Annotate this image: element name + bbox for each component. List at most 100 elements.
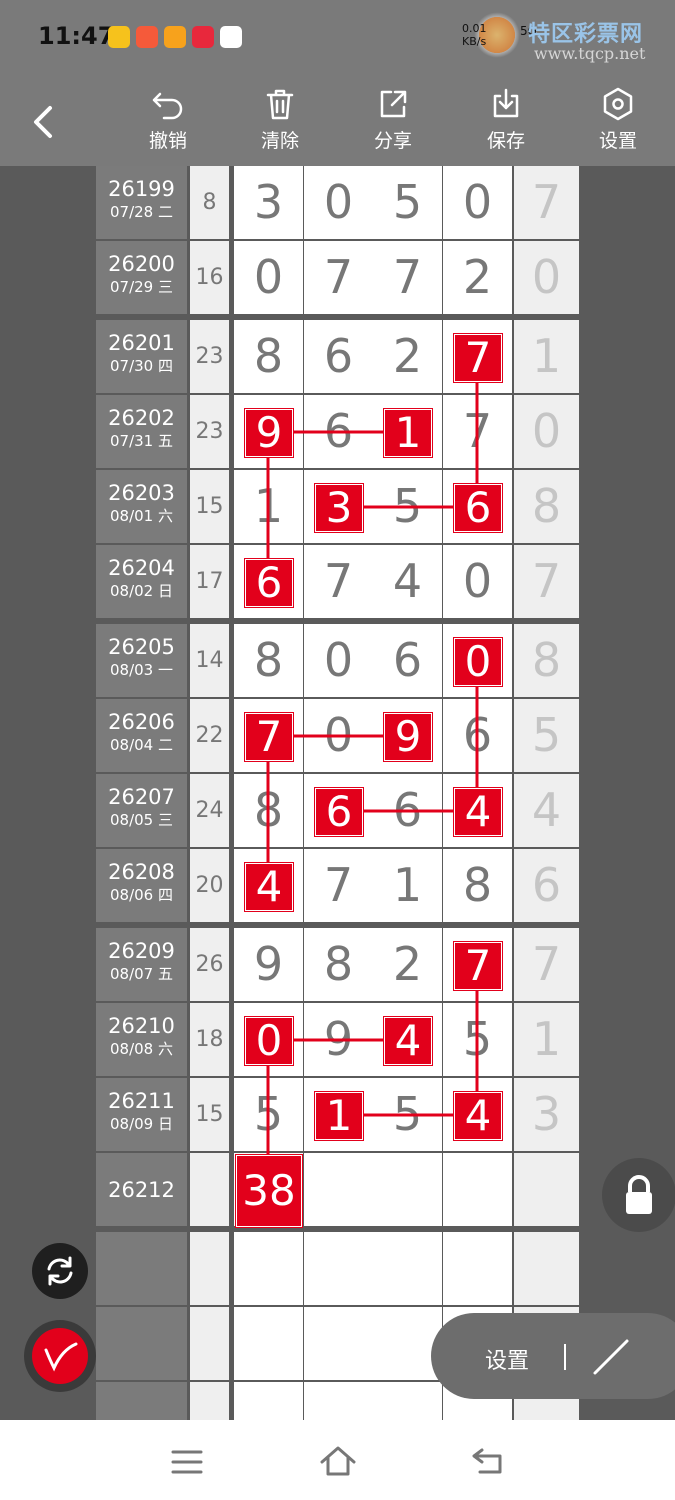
digit-cell[interactable]: [304, 1153, 373, 1226]
highlight-mark[interactable]: 9: [384, 713, 432, 761]
digit-cell[interactable]: 5: [373, 166, 442, 239]
digit-cell[interactable]: [373, 1153, 442, 1226]
issue-date: 08/07 五: [110, 965, 173, 983]
back-nav-icon[interactable]: [468, 1444, 508, 1478]
digit-cell[interactable]: 6: [304, 320, 373, 393]
digit-cell[interactable]: 8: [234, 774, 303, 847]
highlight-mark[interactable]: 3: [315, 484, 363, 532]
highlight-mark[interactable]: 4: [454, 1092, 502, 1140]
digit-cell[interactable]: 7: [443, 395, 512, 468]
digit-cell[interactable]: 6: [373, 624, 442, 697]
digit-cell[interactable]: 6: [443, 699, 512, 772]
undo-button[interactable]: 撤销: [133, 86, 203, 153]
digit-cell[interactable]: 2: [373, 928, 442, 1001]
issue-number: 26206: [108, 710, 175, 734]
highlight-mark[interactable]: 6: [315, 788, 363, 836]
digit-cell[interactable]: [304, 1307, 373, 1380]
digit-cell[interactable]: 0: [443, 166, 512, 239]
digit-cell[interactable]: [304, 1232, 373, 1305]
digit-cell[interactable]: 8: [304, 928, 373, 1001]
digit-cell[interactable]: 0: [304, 166, 373, 239]
digit-cell[interactable]: 2: [373, 320, 442, 393]
back-button[interactable]: [26, 102, 62, 142]
download-icon: [493, 88, 519, 118]
digit-cell[interactable]: 0: [304, 699, 373, 772]
digit-cell[interactable]: [373, 1232, 442, 1305]
settings-label-button[interactable]: 设置: [485, 1343, 529, 1375]
digit-cell[interactable]: 1: [234, 470, 303, 543]
highlight-mark[interactable]: 7: [454, 942, 502, 990]
issue-date: 07/31 五: [110, 432, 173, 450]
lock-button[interactable]: [602, 1158, 675, 1232]
digit-cell[interactable]: [234, 1232, 303, 1305]
digit-cell[interactable]: [443, 1232, 512, 1305]
digit-cell[interactable]: 4: [373, 545, 442, 618]
issue-cell: 26211 08/09 日: [96, 1078, 187, 1151]
home-icon[interactable]: [318, 1444, 358, 1478]
issue-cell: [96, 1307, 187, 1380]
highlight-mark[interactable]: 9: [245, 409, 293, 457]
highlight-mark[interactable]: 1: [384, 409, 432, 457]
issue-date: 08/03 一: [110, 661, 173, 679]
digit-cell[interactable]: 8: [443, 849, 512, 922]
digit-cell[interactable]: 9: [304, 1003, 373, 1076]
chevron-left-icon: [34, 106, 52, 138]
digit-cell[interactable]: 9: [234, 928, 303, 1001]
sum-cell: 17: [190, 545, 229, 618]
highlight-mark[interactable]: 4: [245, 863, 293, 911]
highlight-mark[interactable]: 7: [454, 334, 502, 382]
settings-panel: 设置: [431, 1313, 675, 1399]
line-tool-icon[interactable]: [591, 1337, 631, 1377]
digit-cell[interactable]: 7: [304, 849, 373, 922]
issue-date: 08/04 二: [110, 736, 173, 754]
highlight-mark[interactable]: 4: [454, 788, 502, 836]
issue-date: 07/30 四: [110, 357, 173, 375]
highlight-mark[interactable]: 6: [454, 484, 502, 532]
digit-cell[interactable]: [443, 1153, 512, 1226]
highlight-mark[interactable]: 1: [315, 1092, 363, 1140]
digit-cell[interactable]: 8: [234, 320, 303, 393]
pen-tool-button[interactable]: [24, 1320, 96, 1392]
highlight-mark[interactable]: 38: [236, 1155, 302, 1227]
clear-button[interactable]: 清除: [245, 86, 315, 153]
extra-cell: 7: [514, 928, 579, 1001]
digit-cell[interactable]: 6: [304, 395, 373, 468]
digit-cell[interactable]: 5: [373, 470, 442, 543]
digit-cell[interactable]: 6: [373, 774, 442, 847]
menu-icon[interactable]: [170, 1448, 204, 1476]
refresh-button[interactable]: [32, 1243, 88, 1299]
save-button[interactable]: 保存: [471, 86, 541, 153]
digit-cell[interactable]: 7: [304, 545, 373, 618]
digit-cell[interactable]: 0: [443, 545, 512, 618]
draw-grid[interactable]: 26199 07/28 二 8 3 0 5 0 7 26200 07/29 三 16 0 7 7 2 0 262…: [0, 166, 675, 1455]
extra-cell: 3: [514, 1078, 579, 1151]
digit-cell[interactable]: 1: [373, 849, 442, 922]
digit-cell[interactable]: 5: [234, 1078, 303, 1151]
share-icon: [380, 90, 407, 118]
extra-cell: [514, 1153, 579, 1226]
digit-cell[interactable]: 8: [234, 624, 303, 697]
digit-cell[interactable]: 5: [443, 1003, 512, 1076]
status-bar: 11:47 0.01 KB/s 5G 特区彩票网 www.tqcp.net: [0, 0, 675, 78]
refresh-icon: [47, 1256, 73, 1286]
highlight-mark[interactable]: 4: [384, 1017, 432, 1065]
digit-cell[interactable]: 7: [373, 241, 442, 314]
issue-cell: 26201 07/30 四: [96, 320, 187, 393]
digit-cell[interactable]: 7: [304, 241, 373, 314]
settings-button[interactable]: 设置: [583, 86, 653, 153]
highlight-mark[interactable]: 6: [245, 559, 293, 607]
highlight-mark[interactable]: 0: [245, 1017, 293, 1065]
digit-cell[interactable]: 5: [373, 1078, 442, 1151]
digit-cell[interactable]: 2: [443, 241, 512, 314]
digit-cell[interactable]: 0: [234, 241, 303, 314]
digit-cell[interactable]: 3: [234, 166, 303, 239]
issue-number: 26207: [108, 785, 175, 809]
lock-icon: [626, 1175, 652, 1214]
issue-cell: 26207 08/05 三: [96, 774, 187, 847]
highlight-mark[interactable]: 7: [245, 713, 293, 761]
digit-cell[interactable]: [234, 1307, 303, 1380]
share-button[interactable]: 分享: [358, 86, 428, 153]
highlight-mark[interactable]: 0: [454, 638, 502, 686]
sum-cell: 23: [190, 395, 229, 468]
digit-cell[interactable]: 0: [304, 624, 373, 697]
